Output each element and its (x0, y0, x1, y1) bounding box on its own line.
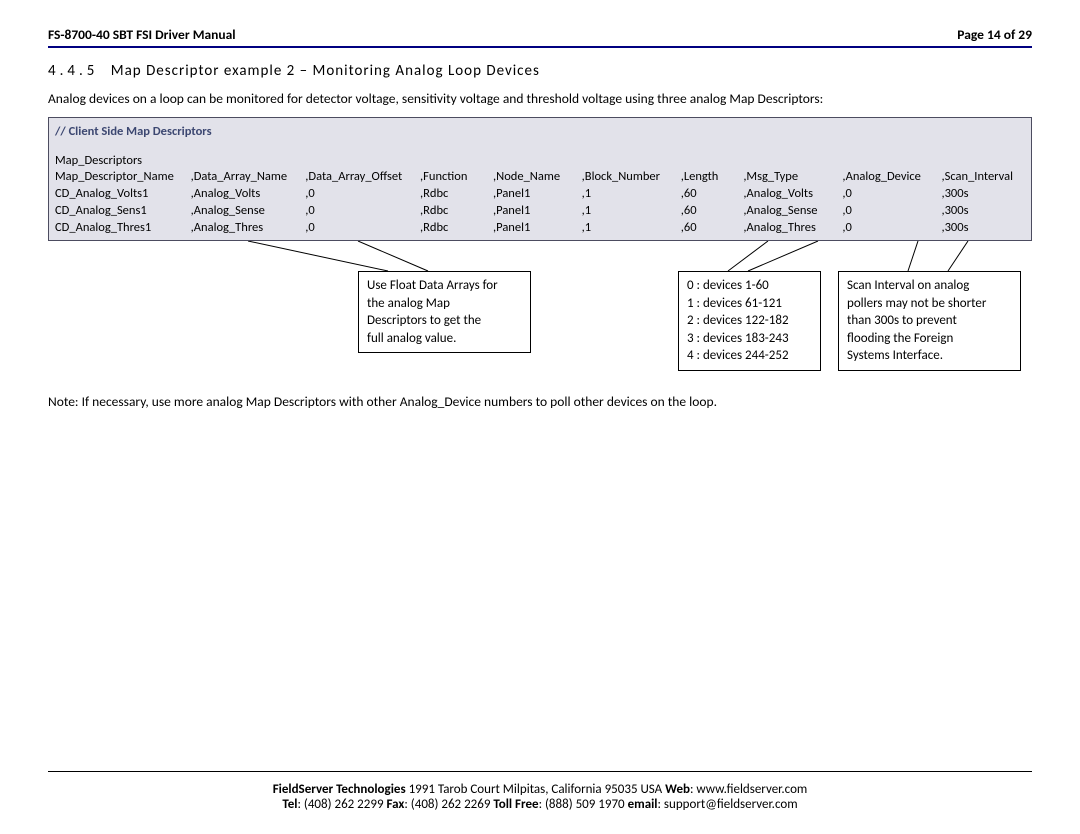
cell: ,Analog_Volts (191, 185, 306, 202)
callout-line: Descriptors to get the (367, 313, 481, 328)
page-number: Page 14 of 29 (957, 26, 1032, 43)
header-title: FS-8700-40 SBT FSI Driver Manual (48, 26, 236, 43)
callout-line: flooding the Foreign (847, 331, 953, 346)
map-title: Map_Descriptors (55, 153, 1025, 168)
cell: ,Analog_Sense (743, 202, 842, 219)
callout-line: 3 : devices 183-243 (687, 331, 789, 346)
callout-line: than 300s to prevent (847, 313, 957, 328)
cell: ,Panel1 (493, 219, 582, 236)
col-header: ,Data_Array_Offset (305, 168, 420, 185)
cell: ,0 (305, 219, 420, 236)
cell: ,Rdbc (420, 219, 493, 236)
footer-tel-label: Tel (282, 797, 297, 812)
footer-tel: : (408) 262 2299 (297, 797, 386, 812)
cell: ,Rdbc (420, 202, 493, 219)
cell: ,0 (842, 202, 941, 219)
callout-line: Use Float Data Arrays for (367, 278, 498, 293)
callout-line: 4 : devices 244-252 (687, 348, 789, 363)
col-header: ,Node_Name (493, 168, 582, 185)
footer-line-2: Tel: (408) 262 2299 Fax: (408) 262 2269 … (0, 797, 1080, 812)
section-heading: 4.4.5 Map Descriptor example 2 – Monitor… (48, 62, 1032, 80)
cell: ,0 (305, 185, 420, 202)
cell: ,Panel1 (493, 202, 582, 219)
col-header: ,Analog_Device (842, 168, 941, 185)
callout-float-arrays: Use Float Data Arrays for the analog Map… (358, 271, 531, 353)
callout-line: Scan Interval on analog (847, 278, 969, 293)
callout-line: full analog value. (367, 331, 456, 346)
footer-addr: 1991 Tarob Court Milpitas, California 95… (406, 782, 666, 797)
cell: ,0 (842, 185, 941, 202)
callout-line: 1 : devices 61-121 (687, 296, 782, 311)
footer-fax-label: Fax (386, 797, 404, 812)
callout-line: the analog Map (367, 296, 450, 311)
callout-line: Systems Interface. (847, 348, 943, 363)
table-row: CD_Analog_Volts1 ,Analog_Volts ,0 ,Rdbc … (55, 185, 1025, 202)
section-title: Map Descriptor example 2 – Monitoring An… (111, 62, 540, 80)
callout-scan-interval: Scan Interval on analog pollers may not … (838, 271, 1021, 371)
descriptor-table: // Client Side Map Descriptors Map_Descr… (48, 117, 1032, 241)
col-header: ,Scan_Interval (941, 168, 1025, 185)
table-header-row: Map_Descriptor_Name ,Data_Array_Name ,Da… (55, 168, 1025, 185)
cell: ,Analog_Thres (191, 219, 306, 236)
cell: ,Analog_Volts (743, 185, 842, 202)
callout-line: pollers may not be shorter (847, 296, 986, 311)
footer-email-label: email (628, 797, 658, 812)
table-row: CD_Analog_Sens1 ,Analog_Sense ,0 ,Rdbc ,… (55, 202, 1025, 219)
col-header: ,Length (681, 168, 744, 185)
note-text: Note: If necessary, use more analog Map … (48, 393, 1032, 410)
cell: ,300s (941, 219, 1025, 236)
col-header: ,Data_Array_Name (191, 168, 306, 185)
cell: CD_Analog_Volts1 (55, 185, 191, 202)
cell: CD_Analog_Thres1 (55, 219, 191, 236)
table-comment: // Client Side Map Descriptors (55, 124, 1025, 139)
footer-tollfree: : (888) 509 1970 (539, 797, 628, 812)
cell: ,Panel1 (493, 185, 582, 202)
cell: ,1 (582, 185, 681, 202)
cell: ,Rdbc (420, 185, 493, 202)
footer-web: : www.fieldserver.com (690, 782, 807, 797)
col-header: ,Block_Number (582, 168, 681, 185)
cell: ,1 (582, 219, 681, 236)
footer-rule (48, 771, 1032, 772)
col-header: Map_Descriptor_Name (55, 168, 191, 185)
footer-company: FieldServer Technologies (273, 782, 406, 797)
cell: ,60 (681, 185, 744, 202)
cell: ,1 (582, 202, 681, 219)
footer-web-label: Web (665, 782, 690, 797)
cell: ,60 (681, 202, 744, 219)
callout-line: 2 : devices 122-182 (687, 313, 789, 328)
cell: ,60 (681, 219, 744, 236)
page-header: FS-8700-40 SBT FSI Driver Manual Page 14… (48, 26, 1032, 48)
footer-fax: : (408) 262 2269 (404, 797, 493, 812)
cell: ,0 (305, 202, 420, 219)
section-number: 4.4.5 (48, 62, 98, 80)
table-row: CD_Analog_Thres1 ,Analog_Thres ,0 ,Rdbc … (55, 219, 1025, 236)
footer-tollfree-label: Toll Free (493, 797, 538, 812)
cell: ,0 (842, 219, 941, 236)
footer-email: : support@fieldserver.com (658, 797, 798, 812)
intro-text: Analog devices on a loop can be monitore… (48, 90, 1032, 107)
col-header: ,Function (420, 168, 493, 185)
cell: ,300s (941, 202, 1025, 219)
col-header: ,Msg_Type (743, 168, 842, 185)
footer-line-1: FieldServer Technologies 1991 Tarob Cour… (0, 782, 1080, 797)
cell: ,300s (941, 185, 1025, 202)
cell: ,Analog_Thres (743, 219, 842, 236)
cell: ,Analog_Sense (191, 202, 306, 219)
callout-device-ranges: 0 : devices 1-60 1 : devices 61-121 2 : … (678, 271, 821, 371)
callouts-region: Use Float Data Arrays for the analog Map… (48, 241, 1032, 381)
callout-line: 0 : devices 1-60 (687, 278, 769, 293)
page-footer: FieldServer Technologies 1991 Tarob Cour… (0, 771, 1080, 812)
data-table: Map_Descriptor_Name ,Data_Array_Name ,Da… (55, 168, 1025, 236)
cell: CD_Analog_Sens1 (55, 202, 191, 219)
